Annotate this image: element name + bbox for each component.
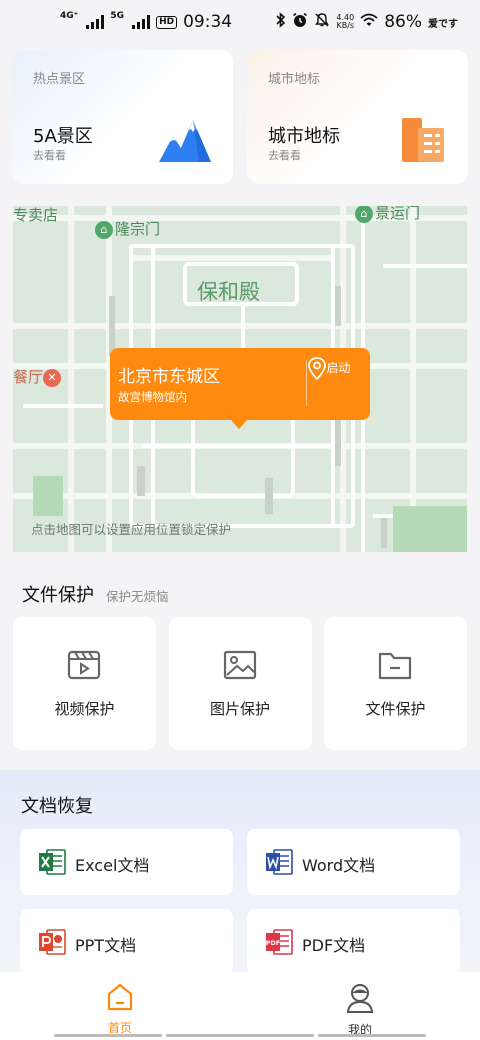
gesture-bar-left <box>54 1034 162 1037</box>
network-type-1: 4G⁺ <box>60 11 79 21</box>
mountain-icon <box>159 116 211 166</box>
status-time: 09:34 <box>183 12 233 32</box>
start-button[interactable]: 启动 <box>307 356 370 412</box>
map-tip: 点击地图可以设置应用位置锁定保护 <box>31 522 232 537</box>
map-label-text: 隆宗门 <box>115 220 161 238</box>
home-icon <box>106 982 134 1016</box>
doc-label: PPT文档 <box>75 936 137 955</box>
svg-text:PDF: PDF <box>266 939 281 947</box>
doc-label: Excel文档 <box>75 856 150 875</box>
ppt-doc-card[interactable]: PPT文档 <box>20 909 233 975</box>
map-label-baohe: 保和殿 <box>197 280 260 304</box>
word-doc-card[interactable]: Word文档 <box>247 829 460 895</box>
map-label-text: 餐厅 <box>13 368 44 386</box>
top-cards: 热点景区 5A景区 去看看 城市地标 城市地标 去看看 <box>12 50 468 184</box>
battery-level: 86% <box>384 12 422 32</box>
doc-label: Word文档 <box>302 856 376 875</box>
video-protect-card[interactable]: 视频保护 <box>13 617 156 750</box>
wifi-icon <box>360 12 378 32</box>
restaurant-icon: ✕ <box>43 368 62 387</box>
video-icon <box>67 650 101 684</box>
building-icon <box>400 116 446 166</box>
pdf-icon: PDF <box>264 927 294 961</box>
gesture-bar-center <box>166 1034 314 1037</box>
map-label-text: 景运门 <box>375 206 421 222</box>
pdf-doc-card[interactable]: PDF PDF文档 <box>247 909 460 975</box>
nav-home[interactable]: 首页 <box>0 972 240 1040</box>
card-label: 文件保护 <box>365 700 426 718</box>
card-label: 图片保护 <box>209 700 270 718</box>
doc-label: PDF文档 <box>302 936 366 955</box>
card-tag: 城市地标 <box>268 72 321 87</box>
profile-icon <box>345 982 375 1018</box>
location-subtitle: 故宫博物馆内 <box>118 390 187 404</box>
map-label-jingyun: ⌂ 景运门 <box>355 206 420 223</box>
card-subtitle: 去看看 <box>268 149 301 162</box>
ppt-icon <box>37 927 67 961</box>
network-type-2: 5G <box>110 11 125 21</box>
gesture-bar-right <box>318 1034 426 1037</box>
status-bar: 4G⁺ 5G HD 09:34 4.40 KB/s 86% 爱です <box>0 0 480 44</box>
status-right: 4.40 KB/s 86% 爱です <box>276 12 458 33</box>
section-title: 文件保护 <box>22 585 94 606</box>
file-protect-row: 视频保护 图片保护 文件保护 <box>13 617 467 750</box>
card-title: 城市地标 <box>268 126 340 147</box>
city-landmark-card[interactable]: 城市地标 城市地标 去看看 <box>247 50 468 184</box>
location-bubble[interactable]: 北京市东城区 故宫博物馆内 启动 <box>110 348 370 429</box>
card-tag: 热点景区 <box>33 72 86 87</box>
file-protect-header: 文件保护 保护无烦恼 <box>22 581 169 607</box>
recover-header: 文档恢复 <box>21 792 93 818</box>
map-label-restaurant: 餐厅 ✕ <box>13 366 63 387</box>
section-title: 文档恢复 <box>21 796 93 817</box>
card-label: 视频保护 <box>54 700 115 718</box>
map-label-longzong: ⌂ 隆宗门 <box>95 218 160 239</box>
bluetooth-icon <box>276 12 286 32</box>
folder-icon <box>378 650 412 684</box>
start-button-label: 启动 <box>326 361 351 375</box>
carrier-label: 爱です <box>428 18 458 30</box>
card-subtitle: 去看看 <box>33 149 66 162</box>
section-subtitle: 保护无烦恼 <box>106 589 169 604</box>
map-view[interactable]: 专卖店 ⌂ 隆宗门 ⌂ 景运门 保和殿 餐厅 ✕ 点击地图可以设置应用位置锁定保护 北… <box>13 206 467 552</box>
location-title: 北京市东城区 <box>118 367 220 387</box>
folder-protect-card[interactable]: 文件保护 <box>324 617 467 750</box>
status-left: 4G⁺ 5G HD 09:34 <box>60 11 233 33</box>
signal-icon <box>86 15 105 29</box>
poi-gate-icon: ⌂ <box>355 206 373 223</box>
bottom-nav: 首页 我的 <box>0 972 480 1040</box>
card-title: 5A景区 <box>33 126 93 147</box>
word-icon <box>264 847 294 881</box>
net-speed: 4.40 KB/s <box>336 14 354 30</box>
signal-icon-2 <box>132 15 151 29</box>
poi-gate-icon: ⌂ <box>95 220 113 239</box>
excel-icon <box>37 847 67 881</box>
image-protect-card[interactable]: 图片保护 <box>168 617 312 750</box>
hd-badge: HD <box>156 15 178 29</box>
image-icon <box>223 650 257 684</box>
map-label-shop: 专卖店 <box>13 206 59 224</box>
mute-icon <box>314 12 330 33</box>
excel-doc-card[interactable]: Excel文档 <box>20 829 233 895</box>
net-speed-unit: KB/s <box>336 21 355 30</box>
alarm-icon <box>292 12 308 33</box>
hot-scenic-card[interactable]: 热点景区 5A景区 去看看 <box>12 50 233 184</box>
nav-profile[interactable]: 我的 <box>240 972 480 1040</box>
